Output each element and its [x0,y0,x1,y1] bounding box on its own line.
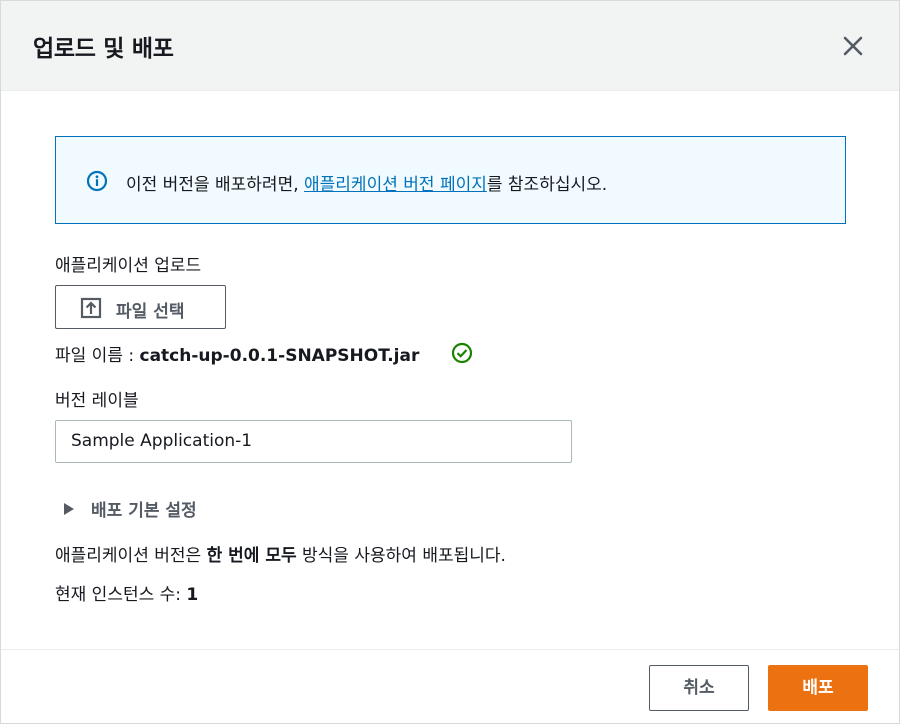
upload-icon [80,297,102,319]
info-text-after: 를 참조하십시오. [486,175,608,195]
check-circle-icon [451,342,473,364]
choose-file-button[interactable]: 파일 선택 [55,285,226,329]
filename-value: catch-up-0.0.1-SNAPSHOT.jar [139,346,420,366]
version-label-input[interactable]: Sample Application-1 [55,420,572,463]
info-alert: 이전 버전을 배포하려면, 애플리케이션 버전 페이지를 참조하십시오. [55,136,846,224]
caret-right-icon [64,503,74,515]
modal-header: 업로드 및 배포 [1,1,899,91]
close-icon [843,36,863,56]
deploy-desc-bold: 한 번에 모두 [206,546,297,566]
deploy-desc-after: 방식을 사용하여 배포됩니다. [296,546,506,566]
deploy-description: 애플리케이션 버전은 한 번에 모두 방식을 사용하여 배포됩니다. [55,541,506,566]
filename-prefix: 파일 이름 : [55,346,140,366]
deploy-button[interactable]: 배포 [768,665,868,711]
choose-file-label: 파일 선택 [116,302,185,322]
cancel-button-label: 취소 [683,678,715,698]
filename-row: 파일 이름 : catch-up-0.0.1-SNAPSHOT.jar [55,341,473,366]
deploy-settings-label: 배포 기본 설정 [91,501,197,521]
upload-deploy-modal: 업로드 및 배포 이전 버전을 배포하려면, 애플리케이션 버전 페이지를 참조… [0,0,900,724]
info-text-before: 이전 버전을 배포하려면, [126,175,305,195]
info-text: 이전 버전을 배포하려면, 애플리케이션 버전 페이지를 참조하십시오. [126,170,607,195]
instance-count-row: 현재 인스턴스 수: 1 [55,580,198,605]
application-upload-label: 애플리케이션 업로드 [55,256,202,276]
close-button[interactable] [837,30,869,62]
instance-count-value: 1 [186,585,199,605]
version-label-title: 버전 레이블 [55,391,139,411]
instance-count-label: 현재 인스턴스 수: [55,585,187,605]
deploy-button-label: 배포 [802,678,834,698]
footer-divider [1,649,899,650]
application-versions-link[interactable]: 애플리케이션 버전 페이지 [304,175,487,195]
deploy-desc-before: 애플리케이션 버전은 [55,546,207,566]
cancel-button[interactable]: 취소 [649,665,749,711]
info-icon [86,170,108,192]
modal-title: 업로드 및 배포 [33,36,174,62]
